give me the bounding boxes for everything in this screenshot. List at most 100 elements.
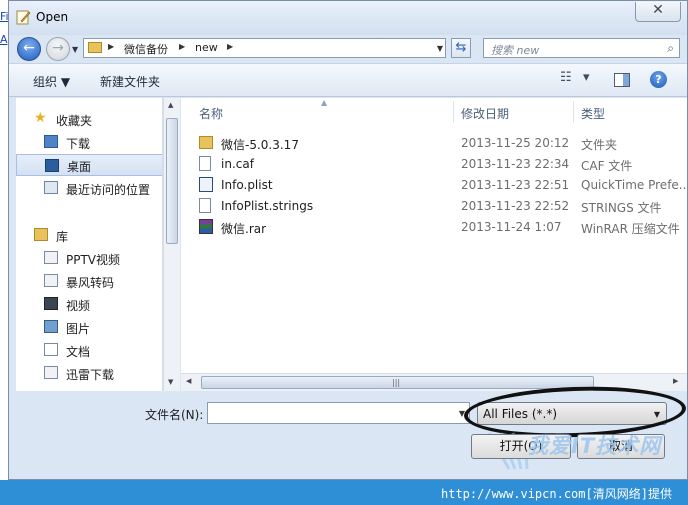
file-row[interactable]: Info.plist 2013-11-23 22:51 QuickTime Pr… — [181, 174, 687, 195]
file-name: Info.plist — [221, 178, 273, 192]
preview-pane-icon[interactable] — [614, 73, 630, 87]
file-name: InfoPlist.strings — [221, 199, 314, 213]
column-divider[interactable] — [573, 101, 574, 123]
file-name: 微信.rar — [221, 222, 267, 236]
nav-item-downloads[interactable]: 下载 — [16, 131, 162, 153]
chevron-right-icon[interactable]: ▶ — [108, 42, 114, 51]
scroll-thumb[interactable] — [166, 118, 178, 244]
nav-item-label: 库 — [56, 230, 69, 244]
file-type: STRINGS 文件 — [581, 201, 662, 215]
nav-item-recent[interactable]: 最近访问的位置 — [16, 177, 162, 199]
watermark-footer-bar: http://www.vipcn.com[清风网络]提供 — [0, 480, 688, 505]
close-button[interactable]: ✕ — [635, 2, 681, 22]
pictures-icon — [44, 320, 58, 333]
library-icon — [34, 228, 48, 241]
file-name: 微信-5.0.3.17 — [221, 138, 299, 152]
navigation-scrollbar[interactable]: ▲ ▼ — [163, 98, 180, 391]
notepad-icon — [16, 10, 31, 25]
nav-item-pictures[interactable]: 图片 — [16, 316, 162, 338]
nav-item-label: 收藏夹 — [56, 114, 93, 128]
watermark-logo: 我爱IT技术网 — [527, 434, 662, 458]
chevron-right-icon[interactable]: ▶ — [179, 42, 185, 51]
window-title: Open — [36, 10, 69, 24]
nav-item-libraries[interactable]: 库 — [16, 224, 162, 246]
navigation-pane: ★ 收藏夹 下载 桌面 最近访问的位置 库 PPTV视频 暴风转码 视频 图片 … — [16, 98, 163, 391]
file-date: 2013-11-23 22:52 — [461, 199, 570, 213]
breadcrumb-item[interactable]: new — [195, 41, 218, 54]
view-options-dropdown[interactable]: ▾ — [583, 70, 590, 85]
file-date: 2013-11-25 20:12 — [461, 136, 570, 150]
column-header-type[interactable]: 类型 — [581, 105, 605, 122]
nav-item-pptv[interactable]: PPTV视频 — [16, 247, 162, 269]
filename-label: 文件名(N): — [145, 408, 204, 422]
nav-item-thunder[interactable]: 迅雷下载 — [16, 362, 162, 384]
refresh-button[interactable]: ⇆ — [451, 38, 471, 58]
address-dropdown[interactable]: ▼ — [437, 44, 443, 53]
file-list: ▲ 名称 修改日期 类型 微信-5.0.3.17 2013-11-25 20:1… — [181, 98, 687, 391]
nav-item-label: 暴风转码 — [66, 276, 115, 290]
address-bar[interactable]: ▶ 微信备份 ▶ new ▶ ▼ — [83, 38, 446, 58]
nav-item-documents[interactable]: 文档 — [16, 339, 162, 361]
library-folder-icon — [44, 251, 58, 264]
recent-places-icon — [44, 181, 58, 194]
winrar-icon — [199, 219, 213, 234]
nav-item-label: PPTV视频 — [66, 253, 121, 267]
file-type: WinRAR 压缩文件 — [581, 222, 680, 236]
help-icon[interactable]: ? — [650, 71, 667, 88]
forward-arrow-icon: → — [52, 40, 64, 56]
search-icon[interactable]: ⌕ — [667, 41, 674, 56]
library-folder-icon — [44, 274, 58, 287]
column-divider[interactable] — [453, 101, 454, 123]
nav-item-label: 文档 — [66, 345, 91, 359]
command-bar: 组织 ▼ 新建文件夹 ☷ ▾ ? — [9, 63, 687, 97]
document-icon — [199, 198, 211, 213]
file-row[interactable]: in.caf 2013-11-23 22:34 CAF 文件 — [181, 153, 687, 174]
nav-item-label: 下载 — [66, 137, 91, 151]
file-date: 2013-11-23 22:51 — [461, 178, 570, 192]
nav-item-label: 视频 — [66, 299, 91, 313]
organize-menu[interactable]: 组织 ▼ — [33, 73, 70, 90]
scroll-right-icon[interactable]: ▶ — [673, 377, 678, 385]
refresh-icon: ⇆ — [455, 40, 467, 55]
file-type: 文件夹 — [581, 138, 618, 152]
forward-button[interactable]: → — [46, 37, 70, 61]
file-type: CAF 文件 — [581, 159, 633, 173]
star-icon: ★ — [34, 110, 47, 126]
open-file-dialog: Open ✕ ← → ▼ ▶ 微信备份 ▶ new ▶ ▼ ⇆ 搜索 new ⌕… — [8, 0, 688, 480]
nav-item-desktop[interactable]: 桌面 — [16, 154, 162, 176]
new-folder-button[interactable]: 新建文件夹 — [100, 73, 160, 90]
file-date: 2013-11-23 22:34 — [461, 157, 570, 171]
library-folder-icon — [44, 366, 58, 379]
back-button[interactable]: ← — [17, 37, 41, 61]
scroll-down-icon[interactable]: ▼ — [168, 378, 173, 386]
nav-item-label: 迅雷下载 — [66, 368, 115, 382]
scroll-left-icon[interactable]: ◀ — [186, 377, 191, 385]
title-bar: Open ✕ — [9, 1, 687, 35]
close-icon: ✕ — [652, 2, 664, 18]
file-row[interactable]: 微信.rar 2013-11-24 1:07 WinRAR 压缩文件 — [181, 216, 687, 237]
watermark-footer-text: http://www.vipcn.com[清风网络]提供 — [441, 487, 672, 501]
chevron-right-icon[interactable]: ▶ — [227, 42, 233, 51]
filename-input[interactable]: ▼ — [207, 402, 470, 424]
nav-item-favorites[interactable]: ★ 收藏夹 — [16, 108, 162, 130]
breadcrumb-item[interactable]: 微信备份 — [124, 41, 168, 57]
nav-item-videos[interactable]: 视频 — [16, 293, 162, 315]
file-row[interactable]: 微信-5.0.3.17 2013-11-25 20:12 文件夹 — [181, 132, 687, 153]
grip-icon: ||| — [392, 378, 401, 387]
nav-item-baofeng[interactable]: 暴风转码 — [16, 270, 162, 292]
scroll-thumb[interactable]: ||| — [201, 376, 594, 389]
search-box[interactable]: 搜索 new ⌕ — [483, 38, 680, 58]
document-icon — [199, 156, 211, 171]
column-header-name[interactable]: 名称 — [199, 105, 223, 122]
search-placeholder: 搜索 new — [491, 44, 540, 57]
background-link[interactable]: A — [0, 33, 8, 46]
sort-ascending-icon: ▲ — [321, 98, 328, 107]
folder-icon — [88, 42, 102, 53]
quicktime-icon — [199, 177, 213, 192]
file-row[interactable]: InfoPlist.strings 2013-11-23 22:52 STRIN… — [181, 195, 687, 216]
view-icon[interactable]: ☷ — [560, 70, 572, 85]
column-header-date[interactable]: 修改日期 — [461, 105, 509, 122]
file-name: in.caf — [221, 157, 254, 171]
scroll-up-icon[interactable]: ▲ — [168, 101, 173, 109]
recent-locations-dropdown[interactable]: ▼ — [72, 45, 78, 54]
